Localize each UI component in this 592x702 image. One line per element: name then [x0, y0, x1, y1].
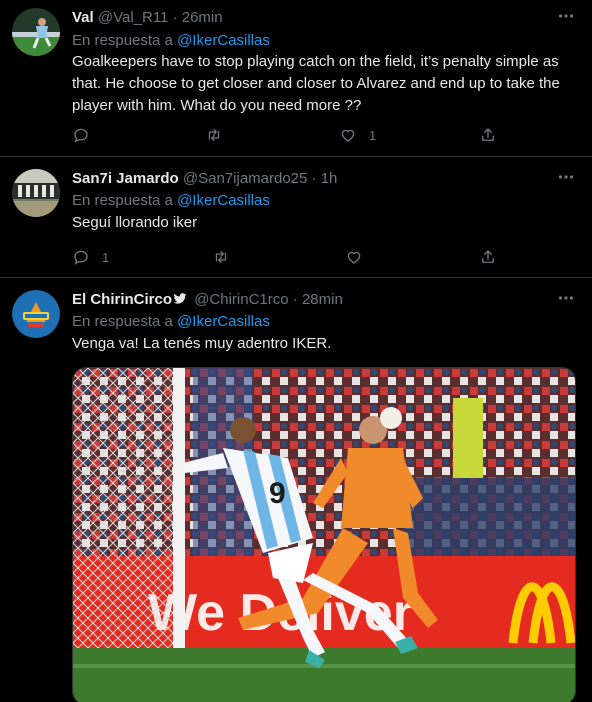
retweet-icon: [208, 129, 220, 141]
heart-icon: [341, 129, 355, 142]
more-options-icon[interactable]: [556, 167, 576, 187]
user-handle[interactable]: @ChirinC1rco: [194, 291, 288, 308]
share-icon: [482, 250, 494, 263]
action-bar: 1: [72, 247, 502, 267]
tweet[interactable]: El ChirinCirco @ChirinC1rco · 28min En r…: [0, 278, 592, 702]
display-name[interactable]: El ChirinCirco: [72, 291, 172, 308]
tweet[interactable]: Val @Val_R11 · 26min En respuesta a @Ike…: [0, 0, 592, 157]
user-handle[interactable]: @San7ijamardo25: [183, 170, 307, 187]
reply-count: 1: [102, 249, 110, 265]
avatar-image: [12, 290, 60, 338]
heart-icon: [347, 251, 361, 264]
action-bar: 1: [72, 125, 502, 145]
tweet-header: Val @Val_R11 · 26min: [72, 8, 223, 28]
avatar-image: [12, 169, 60, 217]
avatar-image: [12, 8, 60, 56]
reply-icon: [74, 128, 88, 143]
avatar[interactable]: [12, 169, 60, 217]
jersey-number: 9: [269, 477, 286, 510]
share-icon: [482, 128, 494, 141]
reply-prefix: En respuesta a: [72, 192, 173, 209]
reply-mention-link[interactable]: @IkerCasillas: [177, 32, 270, 49]
share-button[interactable]: [479, 125, 497, 145]
display-name[interactable]: Val: [72, 9, 94, 26]
more-options-icon[interactable]: [556, 288, 576, 308]
reply-prefix: En respuesta a: [72, 313, 173, 330]
reply-context: En respuesta a @IkerCasillas: [72, 312, 270, 332]
separator-dot: ·: [311, 170, 317, 187]
twitter-bird-icon: [173, 293, 187, 304]
reply-button[interactable]: 1: [72, 247, 109, 267]
separator-dot: ·: [292, 291, 298, 308]
avatar[interactable]: [12, 8, 60, 56]
more-options-icon[interactable]: [556, 6, 576, 26]
user-handle[interactable]: @Val_R11: [98, 9, 169, 26]
like-button[interactable]: 1: [339, 125, 376, 145]
tweet-header: El ChirinCirco @ChirinC1rco · 28min: [72, 290, 343, 310]
reply-mention-link[interactable]: @IkerCasillas: [177, 192, 270, 209]
football-match-photo: We Deliver 9: [73, 368, 575, 702]
timestamp[interactable]: 28min: [302, 291, 343, 308]
tweet-text: Goalkeepers have to stop playing catch o…: [72, 53, 560, 114]
avatar[interactable]: [12, 290, 60, 338]
like-count: 1: [369, 127, 377, 143]
share-button[interactable]: [479, 247, 497, 267]
tweet-media-photo[interactable]: We Deliver 9: [72, 367, 576, 702]
reply-context: En respuesta a @IkerCasillas: [72, 191, 270, 211]
retweet-button[interactable]: [212, 247, 242, 267]
retweet-button[interactable]: [205, 125, 235, 145]
reply-prefix: En respuesta a: [72, 32, 173, 49]
tweet[interactable]: San7i Jamardo @San7ijamardo25 · 1h En re…: [0, 157, 592, 278]
timestamp[interactable]: 1h: [321, 170, 338, 187]
tweet-text: Seguí llorando iker: [72, 214, 198, 231]
separator-dot: ·: [172, 9, 178, 26]
tweet-header: San7i Jamardo @San7ijamardo25 · 1h: [72, 169, 337, 189]
timestamp[interactable]: 26min: [182, 9, 223, 26]
reply-icon: [74, 250, 88, 265]
reply-context: En respuesta a @IkerCasillas: [72, 31, 270, 51]
reply-button[interactable]: [72, 125, 102, 145]
retweet-icon: [215, 251, 227, 263]
like-button[interactable]: [345, 247, 375, 267]
tweet-text: Venga va! La tenés muy adentro IKER.: [72, 335, 332, 352]
display-name[interactable]: San7i Jamardo: [72, 170, 179, 187]
reply-mention-link[interactable]: @IkerCasillas: [177, 313, 270, 330]
